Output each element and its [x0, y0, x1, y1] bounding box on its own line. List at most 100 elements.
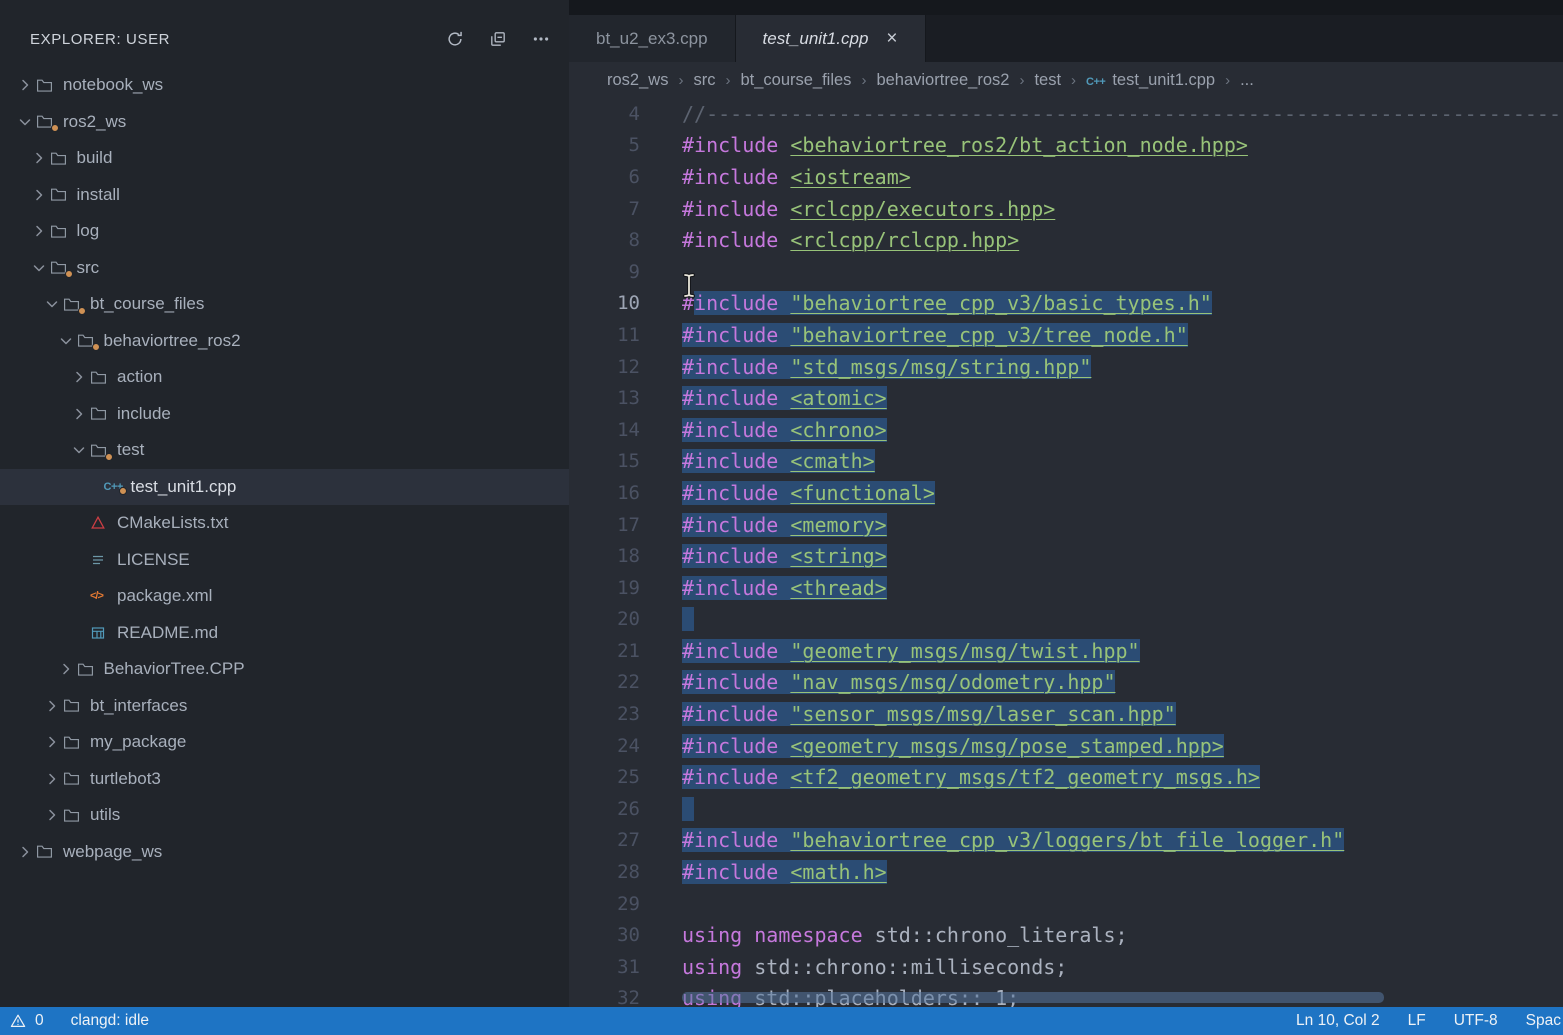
line-number[interactable]: 4 — [569, 103, 640, 125]
cursor-position[interactable]: Ln 10, Col 2 — [1296, 1012, 1380, 1030]
tree-item-log[interactable]: log — [0, 213, 569, 250]
line-number[interactable]: 27 — [569, 829, 640, 851]
breadcrumb-item-test_unit1.cpp[interactable]: C++test_unit1.cpp — [1086, 71, 1215, 90]
line-number[interactable]: 16 — [569, 482, 640, 504]
indent-indicator[interactable]: Spac — [1526, 1012, 1561, 1030]
tree-item-include[interactable]: include — [0, 396, 569, 433]
tree-item-ros2_ws[interactable]: ros2_ws — [0, 104, 569, 141]
code-line-8[interactable]: 8#include <rclcpp/rclcpp.hpp> — [569, 224, 1563, 256]
code-line-31[interactable]: 31using std::chrono::milliseconds; — [569, 951, 1563, 983]
line-number[interactable]: 22 — [569, 671, 640, 693]
tree-item-src[interactable]: src — [0, 250, 569, 287]
line-number[interactable]: 12 — [569, 356, 640, 378]
code-line-26[interactable]: 26 — [569, 793, 1563, 825]
tab-test_unit1[interactable]: test_unit1.cpp × — [736, 15, 926, 62]
close-icon[interactable]: × — [886, 29, 897, 48]
line-number[interactable]: 30 — [569, 924, 640, 946]
line-number[interactable]: 10 — [569, 292, 640, 314]
chevron-right-icon[interactable] — [41, 734, 63, 750]
chevron-down-icon[interactable] — [55, 333, 77, 349]
code-line-20[interactable]: 20 — [569, 604, 1563, 636]
more-actions-icon[interactable] — [531, 29, 551, 49]
code-line-5[interactable]: 5#include <behaviortree_ros2/bt_action_n… — [569, 130, 1563, 162]
code-line-24[interactable]: 24#include <geometry_msgs/msg/pose_stamp… — [569, 730, 1563, 762]
breadcrumb-item-ros2_ws[interactable]: ros2_ws — [607, 71, 668, 90]
code-line-27[interactable]: 27#include "behaviortree_cpp_v3/loggers/… — [569, 825, 1563, 857]
tree-item-BehaviorTree.CPP[interactable]: BehaviorTree.CPP — [0, 651, 569, 688]
code-line-22[interactable]: 22#include "nav_msgs/msg/odometry.hpp" — [569, 667, 1563, 699]
line-number[interactable]: 9 — [569, 261, 640, 283]
tree-item-webpage_ws[interactable]: webpage_ws — [0, 834, 569, 871]
code-line-28[interactable]: 28#include <math.h> — [569, 856, 1563, 888]
line-number[interactable]: 15 — [569, 450, 640, 472]
code-line-7[interactable]: 7#include <rclcpp/executors.hpp> — [569, 193, 1563, 225]
tree-item-notebook_ws[interactable]: notebook_ws — [0, 67, 569, 104]
tree-item-test_unit1.cpp[interactable]: C++test_unit1.cpp — [0, 469, 569, 506]
chevron-down-icon[interactable] — [68, 442, 90, 458]
breadcrumb-item-...[interactable]: ... — [1240, 71, 1254, 90]
code-editor[interactable]: 4//-------------------------------------… — [569, 98, 1563, 1007]
tree-item-install[interactable]: install — [0, 177, 569, 214]
tree-item-package.xml[interactable]: </>package.xml — [0, 578, 569, 615]
code-line-12[interactable]: 12#include "std_msgs/msg/string.hpp" — [569, 351, 1563, 383]
tree-item-bt_course_files[interactable]: bt_course_files — [0, 286, 569, 323]
eol-indicator[interactable]: LF — [1408, 1012, 1426, 1030]
code-line-4[interactable]: 4//-------------------------------------… — [569, 98, 1563, 130]
line-number[interactable]: 23 — [569, 703, 640, 725]
tree-item-bt_interfaces[interactable]: bt_interfaces — [0, 688, 569, 725]
tree-item-LICENSE[interactable]: LICENSE — [0, 542, 569, 579]
chevron-right-icon[interactable] — [41, 698, 63, 714]
code-line-16[interactable]: 16#include <functional> — [569, 477, 1563, 509]
refresh-icon[interactable] — [445, 29, 465, 49]
line-number[interactable]: 13 — [569, 387, 640, 409]
line-number[interactable]: 8 — [569, 229, 640, 251]
code-line-15[interactable]: 15#include <cmath> — [569, 446, 1563, 478]
line-number[interactable]: 24 — [569, 735, 640, 757]
chevron-down-icon[interactable] — [14, 114, 36, 130]
code-line-11[interactable]: 11#include "behaviortree_cpp_v3/tree_nod… — [569, 319, 1563, 351]
breadcrumb-item-src[interactable]: src — [693, 71, 715, 90]
chevron-right-icon[interactable] — [68, 369, 90, 385]
tree-item-action[interactable]: action — [0, 359, 569, 396]
code-line-10[interactable]: 10#include "behaviortree_cpp_v3/basic_ty… — [569, 288, 1563, 320]
line-number[interactable]: 6 — [569, 166, 640, 188]
tree-item-my_package[interactable]: my_package — [0, 724, 569, 761]
code-line-19[interactable]: 19#include <thread> — [569, 572, 1563, 604]
tree-item-README.md[interactable]: README.md — [0, 615, 569, 652]
code-line-18[interactable]: 18#include <string> — [569, 540, 1563, 572]
chevron-down-icon[interactable] — [41, 296, 63, 312]
chevron-right-icon[interactable] — [68, 406, 90, 422]
breadcrumb-item-test[interactable]: test — [1034, 71, 1061, 90]
code-line-25[interactable]: 25#include <tf2_geometry_msgs/tf2_geomet… — [569, 761, 1563, 793]
chevron-right-icon[interactable] — [28, 187, 50, 203]
breadcrumb-item-bt_course_files[interactable]: bt_course_files — [740, 71, 851, 90]
chevron-right-icon[interactable] — [28, 150, 50, 166]
line-number[interactable]: 5 — [569, 134, 640, 156]
tree-item-build[interactable]: build — [0, 140, 569, 177]
line-number[interactable]: 17 — [569, 514, 640, 536]
chevron-right-icon[interactable] — [14, 844, 36, 860]
line-number[interactable]: 25 — [569, 766, 640, 788]
line-number[interactable]: 26 — [569, 798, 640, 820]
line-number[interactable]: 28 — [569, 861, 640, 883]
tree-item-CMakeLists.txt[interactable]: CMakeLists.txt — [0, 505, 569, 542]
code-line-30[interactable]: 30using namespace std::chrono_literals; — [569, 919, 1563, 951]
chevron-right-icon[interactable] — [55, 661, 77, 677]
chevron-right-icon[interactable] — [14, 77, 36, 93]
tree-item-utils[interactable]: utils — [0, 797, 569, 834]
line-number[interactable]: 29 — [569, 893, 640, 915]
breadcrumb-item-behaviortree_ros2[interactable]: behaviortree_ros2 — [876, 71, 1009, 90]
line-number[interactable]: 11 — [569, 324, 640, 346]
line-number[interactable]: 21 — [569, 640, 640, 662]
encoding-indicator[interactable]: UTF-8 — [1454, 1012, 1498, 1030]
chevron-down-icon[interactable] — [28, 260, 50, 276]
code-line-29[interactable]: 29 — [569, 888, 1563, 920]
tab-bt_u2_ex3[interactable]: bt_u2_ex3.cpp — [569, 15, 736, 62]
code-line-9[interactable]: 9 — [569, 256, 1563, 288]
code-line-23[interactable]: 23#include "sensor_msgs/msg/laser_scan.h… — [569, 698, 1563, 730]
chevron-right-icon[interactable] — [41, 771, 63, 787]
horizontal-scrollbar[interactable] — [682, 992, 1384, 1003]
line-number[interactable]: 18 — [569, 545, 640, 567]
line-number[interactable]: 32 — [569, 987, 640, 1007]
line-number[interactable]: 31 — [569, 956, 640, 978]
